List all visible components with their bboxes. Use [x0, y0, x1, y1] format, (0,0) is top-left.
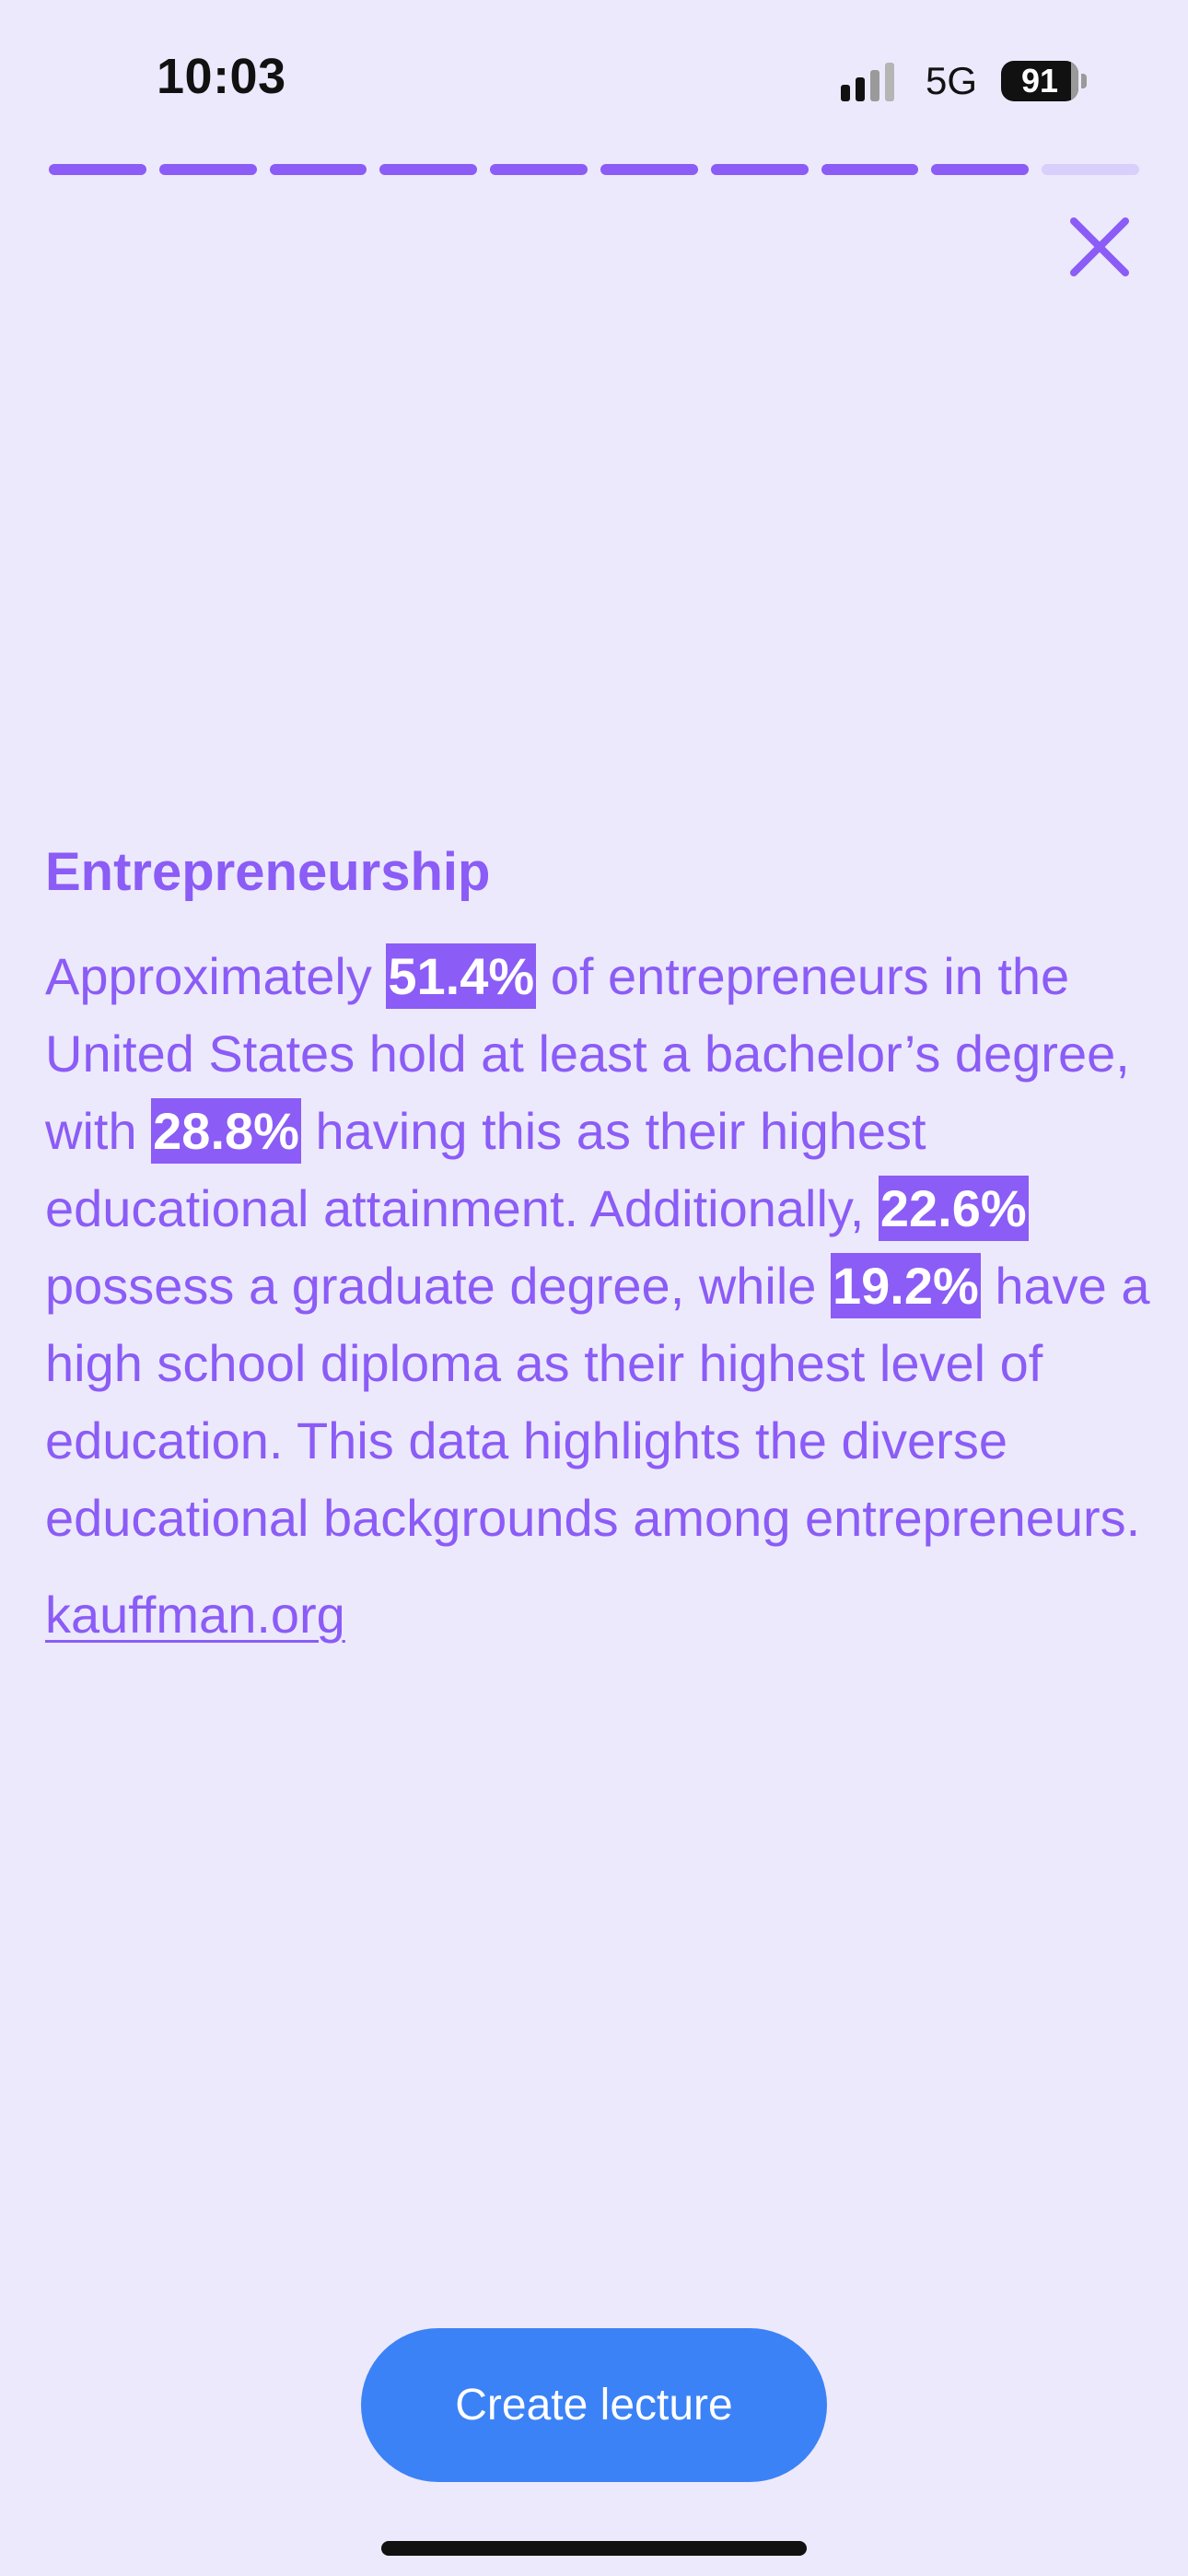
highlighted-stat: 28.8%	[151, 1097, 301, 1164]
card-body: Approximately 51.4% of entrepreneurs in …	[45, 938, 1150, 1557]
progress-segment	[379, 164, 478, 175]
source-link[interactable]: kauffman.org	[45, 1585, 345, 1645]
progress-segment	[1042, 164, 1139, 175]
status-indicators: 5G 91	[840, 55, 1087, 107]
close-button[interactable]	[1066, 214, 1133, 280]
progress-segment	[490, 164, 588, 175]
home-indicator	[381, 2541, 807, 2556]
fact-card: Entrepreneurship Approximately 51.4% of …	[45, 840, 1150, 1645]
progress-segment	[710, 164, 809, 175]
story-progress	[49, 164, 1139, 175]
progress-segment	[269, 164, 367, 175]
body-text-segment: Approximately	[45, 946, 387, 1005]
progress-segment	[158, 164, 257, 175]
close-icon	[1070, 217, 1129, 276]
battery-percent: 91	[1020, 62, 1059, 100]
status-time: 10:03	[157, 49, 286, 104]
highlighted-stat: 19.2%	[831, 1252, 981, 1318]
create-lecture-button[interactable]: Create lecture	[361, 2328, 827, 2482]
highlighted-stat: 22.6%	[878, 1175, 1029, 1241]
card-title: Entrepreneurship	[45, 842, 491, 902]
progress-segment	[49, 164, 146, 175]
progress-segment	[931, 164, 1030, 175]
progress-segment	[600, 164, 698, 175]
cellular-signal-icon	[840, 61, 902, 101]
network-type: 5G	[925, 59, 977, 102]
battery-icon: 91	[1001, 61, 1087, 101]
highlighted-stat: 51.4%	[386, 943, 537, 1009]
body-text-segment: possess a graduate degree, while	[45, 1256, 831, 1315]
progress-segment	[821, 164, 919, 175]
